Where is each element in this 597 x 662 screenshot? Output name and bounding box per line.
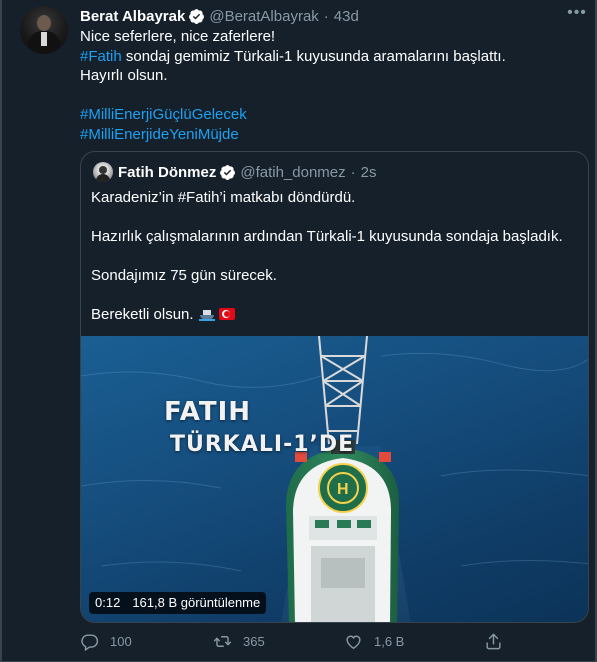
tweet-text-line: #MilliEnerjideYeniMüjde: [80, 125, 580, 145]
svg-text:H: H: [337, 481, 349, 498]
reply-icon: [81, 633, 99, 651]
tweet-text-line: Nice seferlere, nice zaferlere!: [80, 27, 580, 47]
tweet-text-segment: Nice seferlere, nice zaferlere!: [80, 28, 276, 45]
quoted-paragraph-4: Bereketli olsun.: [91, 306, 194, 323]
author-name[interactable]: Berat Albayrak: [80, 8, 185, 25]
video-duration: 0:12: [95, 595, 121, 610]
quoted-paragraph-4-wrap: Bereketli olsun.: [91, 305, 581, 325]
more-icon[interactable]: •••: [565, 5, 589, 26]
quoted-paragraph-2: Hazırlık çalışmalarının ardından Türkali…: [91, 228, 563, 245]
tweet-actions: 100 365 1,6 B: [80, 628, 520, 654]
share-icon: [486, 633, 501, 649]
retweet-button[interactable]: 365: [213, 628, 265, 654]
tweet-text-line: #MilliEnerjiGüçlüGelecek: [80, 105, 580, 125]
quoted-tweet-header: Fatih Dönmez @fatih_donmez · 2s: [118, 162, 376, 182]
timeline-border-left: [0, 0, 2, 662]
author-avatar[interactable]: [20, 6, 68, 54]
quoted-paragraph-3: Sondajımız 75 gün sürecek.: [91, 267, 277, 284]
tweet-text-segment: sondaj gemimiz Türkali-1 kuyusunda arama…: [121, 47, 506, 65]
drillship-aerial-image: H: [81, 336, 588, 622]
verified-badge-icon: [220, 164, 236, 180]
tweet-text-line: [80, 86, 580, 106]
quoted-tweet-timestamp: 2s: [360, 163, 377, 181]
quoted-author-avatar: [93, 162, 113, 182]
tweet-text-line: Hayırlı olsun.: [80, 66, 580, 86]
video-view-count: 161,8 B görüntülenme: [132, 595, 261, 610]
retweet-count: 365: [243, 633, 265, 649]
tweet-timestamp[interactable]: 43d: [334, 8, 359, 25]
reply-count: 100: [110, 633, 132, 649]
ship-emoji-icon: [198, 307, 215, 321]
video-player[interactable]: H FATIH TÜRKALI-1’DE 0:12 161,8 B görünt…: [81, 336, 588, 622]
share-button[interactable]: [484, 628, 514, 654]
like-button[interactable]: 1,6 B: [344, 628, 404, 654]
verified-badge-icon: [189, 8, 205, 24]
quoted-author-name: Fatih Dönmez: [118, 163, 217, 181]
video-subtitle-overlay: TÜRKALI-1’DE: [170, 432, 355, 457]
tweet-text: Nice seferlere, nice zaferlere! #Fatih so…: [80, 27, 580, 144]
like-icon: [346, 635, 361, 649]
quoted-paragraph-1: Karadeniz’in #Fatih’i matkabı döndürdü.: [91, 189, 356, 206]
retweet-icon: [213, 635, 232, 647]
turkish-flag-icon: [218, 308, 235, 320]
reply-button[interactable]: 100: [80, 628, 132, 654]
video-info-badge: 0:12 161,8 B görüntülenme: [89, 592, 267, 614]
author-handle[interactable]: @BeratAlbayrak: [209, 8, 318, 25]
hashtag-link[interactable]: #MilliEnerjideYeniMüjde: [80, 126, 239, 143]
hashtag-link[interactable]: #Fatih: [80, 48, 122, 65]
quoted-author-handle: @fatih_donmez: [240, 163, 346, 181]
quoted-header-separator: ·: [350, 163, 356, 181]
quoted-tweet[interactable]: Fatih Dönmez @fatih_donmez · 2s Karadeni…: [80, 151, 589, 623]
header-separator: ·: [323, 7, 329, 25]
video-title-overlay: FATIH: [164, 397, 252, 427]
quoted-tweet-text: Karadeniz’in #Fatih’i matkabı döndürdü. …: [91, 188, 581, 325]
like-count: 1,6 B: [374, 633, 405, 649]
tweet-text-segment: Hayırlı olsun.: [80, 67, 168, 84]
hashtag-link[interactable]: #MilliEnerjiGüçlüGelecek: [80, 106, 247, 123]
tweet-text-line: #Fatih sondaj gemimiz Türkali-1 kuyusund…: [80, 47, 580, 67]
tweet-header: Berat Albayrak @BeratAlbayrak · 43d: [80, 6, 359, 26]
